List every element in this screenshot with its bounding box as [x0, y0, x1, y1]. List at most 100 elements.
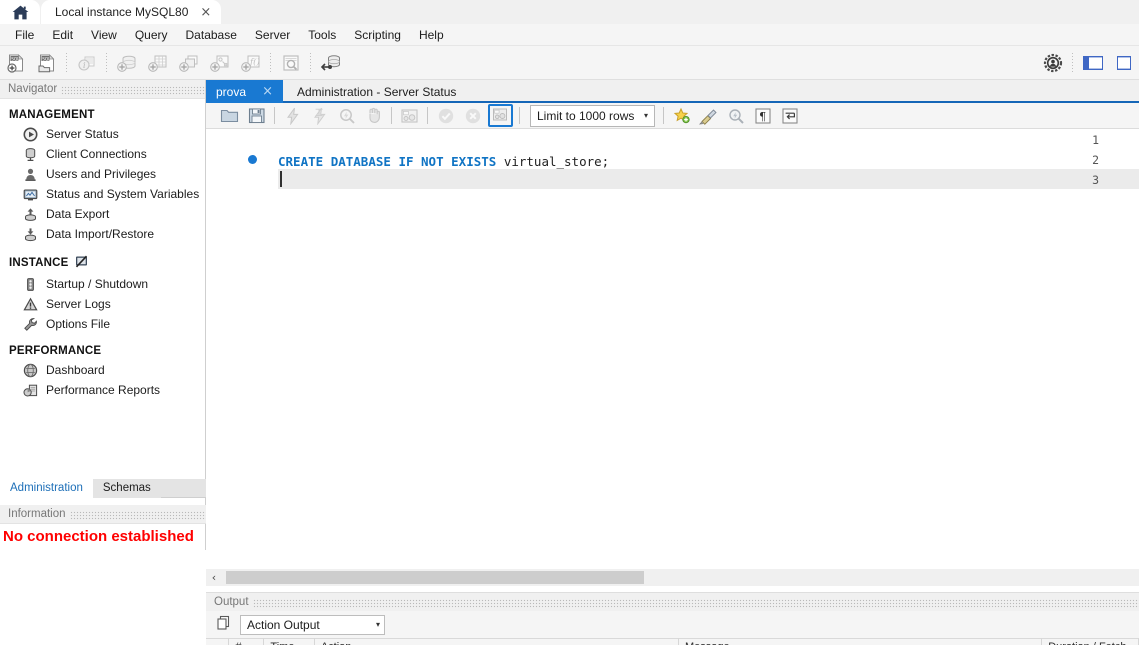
editor-horizontal-scrollbar[interactable]: ‹ [206, 569, 1139, 586]
column-number[interactable]: # [229, 638, 265, 645]
beautify-sql-icon[interactable] [695, 104, 722, 128]
sidebar-item-performance-reports[interactable]: Performance Reports [0, 380, 205, 400]
new-sql-file-icon[interactable]: SQL [0, 48, 31, 78]
column-action[interactable]: Action [315, 638, 680, 645]
current-line-highlight [278, 169, 1139, 189]
menu-item-help[interactable]: Help [410, 26, 453, 44]
sql-editor[interactable]: 1 2 3 CREATE DATABASE IF NOT EXISTS virt… [206, 129, 1139, 645]
schema-inspector-icon[interactable]: i [71, 48, 102, 78]
sidebar-item-data-export[interactable]: Data Export [0, 204, 205, 224]
sql-space [323, 154, 331, 169]
tab-prova[interactable]: prova × [206, 80, 283, 103]
tab-administration[interactable]: Administration [0, 479, 93, 498]
toggle-sidebar-icon[interactable] [1077, 48, 1108, 78]
toolbar-separator [663, 107, 664, 124]
mysql-workbench-window: Local instance MySQL80 × File Edit View … [0, 0, 1139, 645]
navigator-body: MANAGEMENT Server Status Client Connecti… [0, 99, 205, 409]
home-tab[interactable] [0, 0, 40, 24]
statement-marker-icon [248, 155, 257, 164]
nav-group-instance-label: INSTANCE [9, 257, 69, 269]
open-script-icon[interactable] [216, 104, 243, 128]
stop-script-icon[interactable] [360, 104, 387, 128]
svg-text:SQL: SQL [11, 56, 20, 61]
instance-tab[interactable]: Local instance MySQL80 × [41, 0, 222, 24]
line-number: 3 [1092, 173, 1099, 187]
sidebar-item-label: Client Connections [46, 147, 147, 161]
output-view-select[interactable]: Action Output ▾ [240, 614, 385, 635]
reconnect-server-icon[interactable] [315, 48, 346, 78]
sidebar-item-dashboard[interactable]: Dashboard [0, 360, 205, 380]
column-time[interactable]: Time [264, 638, 315, 645]
menu-item-server[interactable]: Server [246, 26, 299, 44]
toolbar-separator [519, 107, 520, 124]
sidebar-item-status-and-system-variables[interactable]: Status and System Variables [0, 184, 205, 204]
sql-identifier: virtual_store; [496, 154, 610, 169]
autocommit-icon[interactable] [488, 104, 513, 127]
menu-item-database[interactable]: Database [177, 26, 246, 44]
tab-schemas[interactable]: Schemas [92, 479, 161, 498]
search-data-icon[interactable] [275, 48, 306, 78]
commit-icon[interactable] [432, 104, 459, 128]
close-icon[interactable]: × [200, 6, 211, 19]
wrap-lines-icon[interactable] [776, 104, 803, 128]
output-view-icon[interactable] [216, 615, 232, 634]
menu-item-file[interactable]: File [6, 26, 43, 44]
sidebar-item-label: Users and Privileges [46, 167, 157, 181]
tab-prova-label: prova [216, 84, 247, 99]
server-logs-icon [22, 296, 38, 312]
editor-tab-bar: prova × Administration - Server Status [206, 80, 1139, 103]
menu-item-tools[interactable]: Tools [299, 26, 345, 44]
execute-statement-icon[interactable] [279, 104, 306, 128]
toolbar-separator [391, 107, 392, 124]
create-table-icon[interactable] [142, 48, 173, 78]
scroll-left-icon[interactable]: ‹ [206, 571, 222, 584]
save-script-icon[interactable] [243, 104, 270, 128]
explain-statement-icon[interactable] [333, 104, 360, 128]
column-duration-fetch[interactable]: Duration / Fetch [1042, 638, 1139, 645]
sidebar-item-startup-shutdown[interactable]: Startup / Shutdown [0, 274, 205, 294]
rollback-icon[interactable] [459, 104, 486, 128]
sql-keyword: NOT [421, 154, 444, 169]
menu-item-edit[interactable]: Edit [43, 26, 82, 44]
show-invisible-chars-icon[interactable]: ¶ [749, 104, 776, 128]
client-connections-icon [22, 146, 38, 162]
navigator-title: Navigator [8, 83, 58, 95]
toggle-explain-icon[interactable] [396, 104, 423, 128]
sidebar-item-options-file[interactable]: Options File [0, 314, 205, 334]
sql-space [414, 154, 422, 169]
limit-rows-select[interactable]: Limit to 1000 rows ▾ [530, 104, 655, 127]
output-grid-header: # Time Action Message Duration / Fetch [206, 638, 1139, 645]
scrollbar-thumb[interactable] [226, 571, 644, 584]
menu-item-scripting[interactable]: Scripting [345, 26, 410, 44]
svg-text:SQL: SQL [42, 56, 51, 61]
users-privileges-icon [22, 166, 38, 182]
sql-code-line: CREATE DATABASE IF NOT EXISTS virtual_st… [278, 152, 609, 172]
menu-item-view[interactable]: View [82, 26, 126, 44]
sidebar-item-server-logs[interactable]: Server Logs [0, 294, 205, 314]
sidebar-item-data-import-restore[interactable]: Data Import/Restore [0, 224, 205, 244]
execute-current-statement-icon[interactable] [306, 104, 333, 128]
close-icon[interactable]: × [262, 84, 273, 99]
menu-item-query[interactable]: Query [126, 26, 177, 44]
dotted-fill [61, 85, 205, 95]
sidebar-item-label: Data Import/Restore [46, 227, 155, 241]
sidebar-item-client-connections[interactable]: Client Connections [0, 144, 205, 164]
main-toolbar-right [1037, 48, 1139, 78]
find-icon[interactable] [722, 104, 749, 128]
column-status[interactable] [206, 638, 230, 645]
column-message[interactable]: Message [679, 638, 1043, 645]
create-schema-icon[interactable] [111, 48, 142, 78]
tab-administration-server-status[interactable]: Administration - Server Status [287, 80, 466, 103]
sql-keyword: EXISTS [451, 154, 497, 169]
admin-gear-icon[interactable] [1037, 48, 1068, 78]
nav-group-management-label: MANAGEMENT [9, 109, 95, 121]
create-function-icon[interactable]: f() [235, 48, 266, 78]
sql-editor-toolbar: Limit to 1000 rows ▾ ¶ [206, 103, 1139, 129]
open-sql-file-icon[interactable]: SQL [31, 48, 62, 78]
toggle-secondary-sidebar-icon[interactable] [1108, 48, 1139, 78]
sidebar-item-users-and-privileges[interactable]: Users and Privileges [0, 164, 205, 184]
create-procedure-icon[interactable] [204, 48, 235, 78]
sidebar-item-server-status[interactable]: Server Status [0, 124, 205, 144]
create-view-icon[interactable] [173, 48, 204, 78]
save-snippet-icon[interactable] [668, 104, 695, 128]
